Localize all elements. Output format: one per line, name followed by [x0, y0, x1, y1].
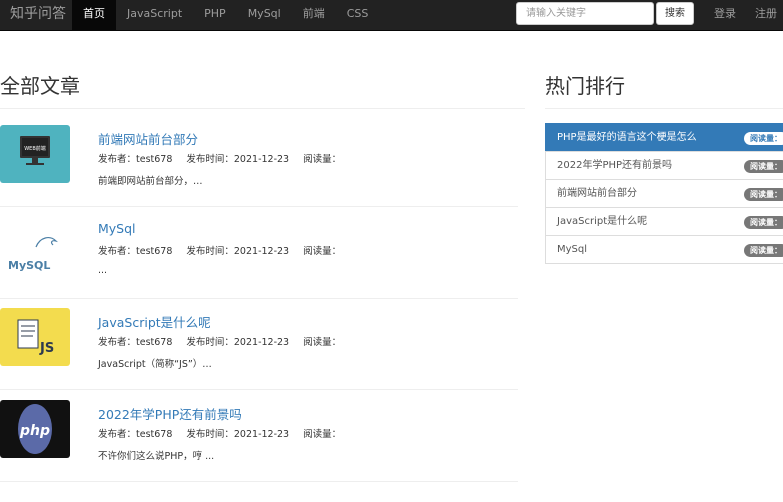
ranking-item-label: 2022年学PHP还有前景吗 [557, 160, 673, 171]
ranking-item[interactable]: 前端网站前台部分 阅读量： [545, 179, 783, 208]
read-count-badge: 阅读量： [744, 188, 783, 201]
top-navbar: 知乎问答 首页 JavaScript PHP MySql 前端 CSS 搜索 登… [0, 0, 783, 31]
ranking-item-label: MySql [557, 244, 588, 255]
article-thumbnail-js[interactable]: JS [0, 308, 70, 366]
search-button[interactable]: 搜索 [656, 2, 694, 25]
search-input[interactable] [516, 2, 654, 25]
register-link[interactable]: 注册 [755, 0, 777, 31]
article-title-link[interactable]: 前端网站前台部分 [98, 129, 198, 148]
sidebar-title-divider [545, 108, 783, 109]
article-reads: 阅读量： [303, 246, 342, 257]
read-count-badge: 阅读量： [744, 160, 783, 173]
ranking-item-label: PHP是最好的语言这个梗是怎么 [557, 132, 697, 143]
article-thumbnail-mysql[interactable]: MySQL [0, 217, 70, 275]
article-author: 发布者：test678 [98, 429, 173, 440]
hot-ranking-list: PHP是最好的语言这个梗是怎么 阅读量： 2022年学PHP还有前景吗 阅读量：… [545, 123, 783, 264]
article-title-link[interactable]: MySql [98, 221, 136, 236]
article-excerpt: 前端即网站前台部分，… [98, 176, 203, 187]
brand-logo[interactable]: 知乎问答 [10, 0, 66, 31]
ranking-item-label: 前端网站前台部分 [557, 188, 637, 199]
article-date: 发布时间：2021-12-23 [186, 246, 290, 257]
nav-item-javascript[interactable]: JavaScript [116, 0, 193, 31]
article-item: WEB前端 前端网站前台部分 发布者：test678 发布时间：2021-12-2… [0, 115, 518, 207]
article-meta: 发布者：test678 发布时间：2021-12-23 阅读量： [98, 426, 355, 440]
nav-item-mysql[interactable]: MySql [237, 0, 292, 31]
thumb-mysql-text: MySQL [8, 259, 50, 272]
main-section-title: 全部文章 [0, 74, 80, 98]
login-link[interactable]: 登录 [714, 0, 736, 31]
article-excerpt: 不许你们这么说PHP，哼 ... [98, 451, 215, 462]
article-author: 发布者：test678 [98, 246, 173, 257]
ranking-item[interactable]: MySql 阅读量： [545, 235, 783, 264]
nav-item-home[interactable]: 首页 [72, 0, 116, 31]
read-count-badge: 阅读量： [744, 216, 783, 229]
article-date: 发布时间：2021-12-23 [186, 337, 290, 348]
thumb-php-text: php [19, 423, 50, 439]
article-item: JS JavaScript是什么呢 发布者：test678 发布时间：2021-1… [0, 298, 518, 390]
article-date: 发布时间：2021-12-23 [186, 154, 290, 165]
article-reads: 阅读量： [303, 154, 342, 165]
article-excerpt: ... [98, 265, 108, 276]
read-count-badge: 阅读量： [744, 244, 783, 257]
article-item: php 2022年学PHP还有前景吗 发布者：test678 发布时间：2021-… [0, 390, 518, 482]
article-meta: 发布者：test678 发布时间：2021-12-23 阅读量： [98, 334, 355, 348]
nav-item-css[interactable]: CSS [336, 0, 380, 31]
ranking-item-label: JavaScript是什么呢 [557, 216, 648, 227]
article-reads: 阅读量： [303, 429, 342, 440]
ranking-item[interactable]: JavaScript是什么呢 阅读量： [545, 207, 783, 236]
article-thumbnail-php[interactable]: php [0, 400, 70, 458]
article-meta: 发布者：test678 发布时间：2021-12-23 阅读量： [98, 243, 355, 257]
ranking-item[interactable]: PHP是最好的语言这个梗是怎么 阅读量： [545, 123, 783, 152]
article-author: 发布者：test678 [98, 154, 173, 165]
nav-menu: 首页 JavaScript PHP MySql 前端 CSS [72, 0, 379, 31]
main-title-divider [0, 108, 525, 109]
article-title-link[interactable]: JavaScript是什么呢 [98, 312, 211, 331]
read-count-badge: 阅读量： [744, 132, 783, 145]
thumb-js-text: JS [39, 341, 54, 356]
article-reads: 阅读量： [303, 337, 342, 348]
article-excerpt: JavaScript（简称“JS”）… [98, 359, 212, 370]
article-author: 发布者：test678 [98, 337, 173, 348]
article-meta: 发布者：test678 发布时间：2021-12-23 阅读量： [98, 151, 355, 165]
nav-item-php[interactable]: PHP [193, 0, 237, 31]
article-title-link[interactable]: 2022年学PHP还有前景吗 [98, 404, 242, 423]
article-date: 发布时间：2021-12-23 [186, 429, 290, 440]
nav-item-frontend[interactable]: 前端 [292, 0, 336, 31]
ranking-item[interactable]: 2022年学PHP还有前景吗 阅读量： [545, 151, 783, 180]
sidebar-title: 热门排行 [545, 74, 625, 98]
article-item: MySQL MySql 发布者：test678 发布时间：2021-12-23 阅读… [0, 207, 518, 299]
article-thumbnail-web[interactable]: WEB前端 [0, 125, 70, 183]
thumb-web-text: WEB前端 [24, 145, 46, 152]
